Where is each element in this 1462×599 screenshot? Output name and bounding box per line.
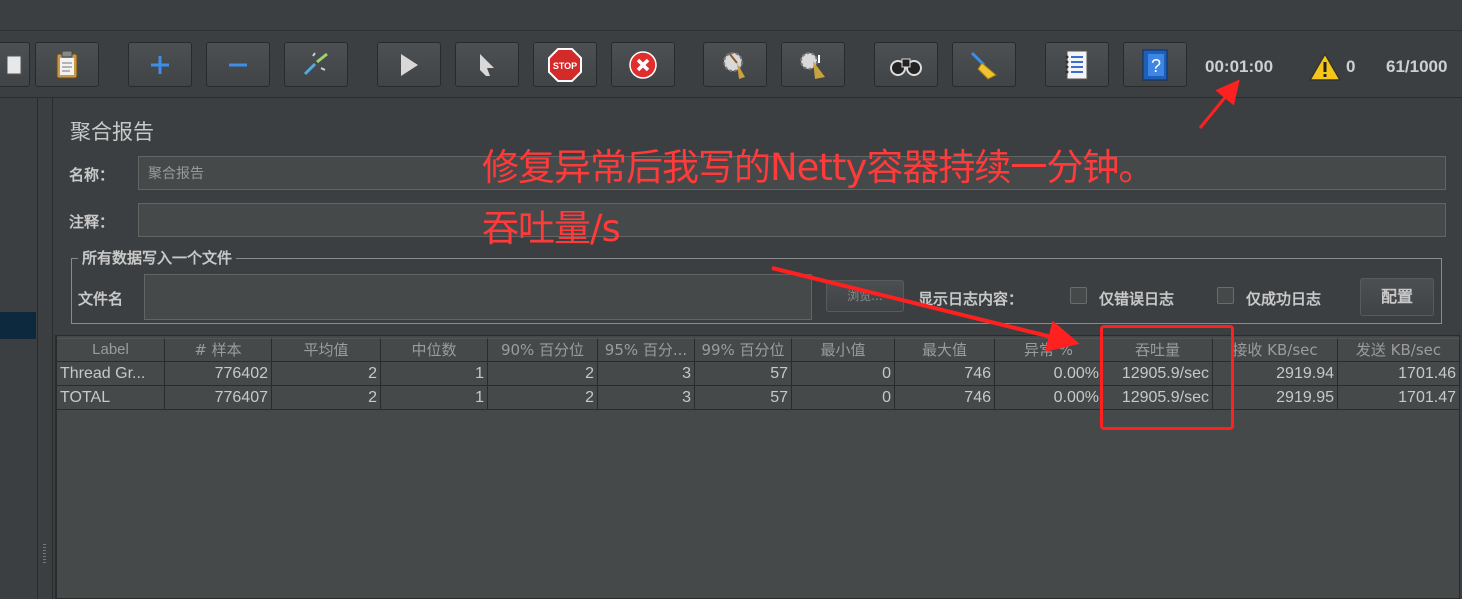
function-helper-button[interactable] <box>1045 42 1109 87</box>
open-icon <box>7 55 22 74</box>
col-median-header[interactable]: 中位数 <box>381 338 488 362</box>
cell-median: 1 <box>381 386 488 410</box>
stop-button[interactable]: STOP <box>533 42 597 87</box>
clear-all-button[interactable] <box>781 42 845 87</box>
cell-samples: 776407 <box>165 386 272 410</box>
cell-label: Thread Gr... <box>57 362 165 386</box>
shutdown-x-icon <box>629 50 657 79</box>
clear-button[interactable] <box>703 42 767 87</box>
tree-selected-node[interactable] <box>0 312 36 339</box>
col-max-header[interactable]: 最大值 <box>895 338 995 362</box>
page-title: 聚合报告 <box>70 120 154 144</box>
cell-max: 746 <box>895 362 995 386</box>
panel-splitter[interactable] <box>38 98 53 599</box>
aggregate-table: Label # 样本 平均值 中位数 90% 百分位 95% 百分... 99%… <box>55 335 1460 599</box>
comment-field[interactable] <box>138 203 1446 237</box>
elapsed-time: 00:01:00 <box>1205 57 1274 76</box>
cell-sent: 1701.46 <box>1338 362 1460 386</box>
success-only-checkbox[interactable] <box>1217 287 1234 304</box>
file-output-legend: 所有数据写入一个文件 <box>78 247 237 268</box>
cell-p99: 57 <box>695 386 792 410</box>
help-book-icon: ? <box>1142 49 1168 80</box>
clipboard-icon <box>56 50 78 78</box>
stop-sign-icon: STOP <box>548 47 582 82</box>
configure-button[interactable]: 配置 <box>1360 278 1434 316</box>
active-threads: 61/1000 <box>1386 57 1448 76</box>
svg-text:?: ? <box>1151 56 1161 76</box>
cell-p90: 2 <box>488 362 598 386</box>
cell-p99: 57 <box>695 362 792 386</box>
help-button[interactable]: ? <box>1123 42 1187 87</box>
filename-label: 文件名 <box>78 290 124 308</box>
col-p90-header[interactable]: 90% 百分位 <box>488 338 598 362</box>
clear-all-broom-gear-icon <box>800 51 825 79</box>
log-content-label: 显示日志内容： <box>918 290 1024 308</box>
clear-broom-gear-icon <box>723 51 745 79</box>
search-button[interactable] <box>874 42 938 87</box>
start-button[interactable] <box>377 42 441 87</box>
play-icon <box>401 53 418 76</box>
test-plan-tree[interactable] <box>0 98 38 599</box>
cell-min: 0 <box>792 386 895 410</box>
cell-average: 2 <box>272 362 381 386</box>
warning-count: 0 <box>1346 57 1356 76</box>
start-no-pause-button[interactable] <box>455 42 519 87</box>
col-min-header[interactable]: 最小值 <box>792 338 895 362</box>
minus-icon <box>229 63 247 66</box>
errors-only-label: 仅错误日志 <box>1099 290 1175 308</box>
comment-label: 注释： <box>69 213 115 231</box>
play-no-pause-icon <box>480 53 494 76</box>
cell-label: TOTAL <box>57 386 165 410</box>
col-error-header[interactable]: 异常 % <box>995 338 1103 362</box>
col-sent-header[interactable]: 发送 KB/sec <box>1338 338 1460 362</box>
col-p95-header[interactable]: 95% 百分... <box>598 338 695 362</box>
warning-icon[interactable] <box>1308 52 1342 82</box>
binoculars-icon <box>890 58 922 76</box>
splitter-grip[interactable] <box>43 544 46 564</box>
toggle-wand-icon <box>303 51 328 75</box>
browse-button[interactable]: 浏览... <box>826 280 904 312</box>
toolbar: STOP ? 00:01:00 0 61/1000 <box>0 31 1462 98</box>
cell-error: 0.00% <box>995 362 1103 386</box>
col-average-header[interactable]: 平均值 <box>272 338 381 362</box>
cell-min: 0 <box>792 362 895 386</box>
table-row[interactable]: Thread Gr... 776402 2 1 2 3 57 0 746 0.0… <box>57 362 1460 386</box>
col-label-header[interactable]: Label <box>57 338 165 362</box>
cell-p95: 3 <box>598 386 695 410</box>
throughput-highlight-box <box>1100 325 1234 430</box>
annotation-line-1: 修复异常后我写的Netty容器持续一分钟。 <box>482 146 1155 189</box>
toggle-button[interactable] <box>284 42 348 87</box>
clipboard-button[interactable] <box>35 42 99 87</box>
broom-icon <box>970 51 997 80</box>
shutdown-button[interactable] <box>611 42 675 87</box>
col-samples-header[interactable]: # 样本 <box>165 338 272 362</box>
table-header: Label # 样本 平均值 中位数 90% 百分位 95% 百分... 99%… <box>57 338 1460 362</box>
plus-icon <box>151 55 169 74</box>
cell-p90: 2 <box>488 386 598 410</box>
reset-search-button[interactable] <box>952 42 1016 87</box>
annotation-line-2: 吞吐量/s <box>482 207 621 250</box>
col-p99-header[interactable]: 99% 百分位 <box>695 338 792 362</box>
menu-bar <box>0 0 1462 31</box>
collapse-button[interactable] <box>206 42 270 87</box>
table-row[interactable]: TOTAL 776407 2 1 2 3 57 0 746 0.00% 1290… <box>57 386 1460 410</box>
filename-field[interactable] <box>144 274 812 320</box>
cell-max: 746 <box>895 386 995 410</box>
cell-average: 2 <box>272 386 381 410</box>
cell-sent: 1701.47 <box>1338 386 1460 410</box>
success-only-label: 仅成功日志 <box>1246 290 1322 308</box>
cell-p95: 3 <box>598 362 695 386</box>
open-button[interactable] <box>0 42 30 87</box>
stop-sign-text: STOP <box>553 61 577 71</box>
errors-only-checkbox[interactable] <box>1070 287 1087 304</box>
cell-error: 0.00% <box>995 386 1103 410</box>
function-list-icon <box>1065 50 1088 79</box>
cell-samples: 776402 <box>165 362 272 386</box>
name-label: 名称： <box>69 166 115 184</box>
expand-button[interactable] <box>128 42 192 87</box>
cell-median: 1 <box>381 362 488 386</box>
